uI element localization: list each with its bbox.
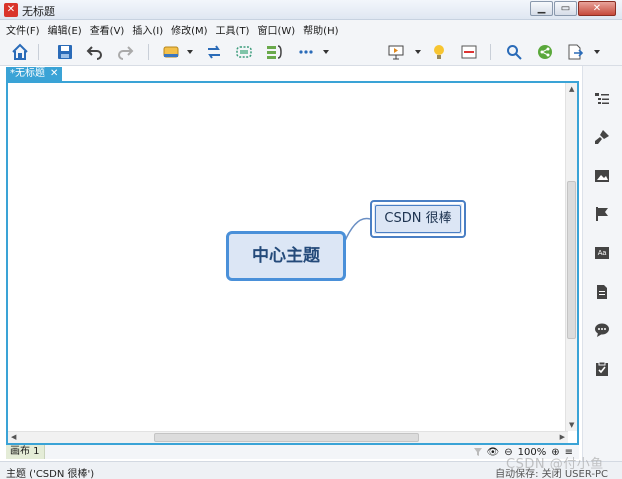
chevron-down-icon[interactable] (415, 50, 421, 54)
window-controls: ▁ ▭ ✕ (529, 1, 616, 16)
maximize-button[interactable]: ▭ (554, 1, 577, 16)
save-icon[interactable] (56, 43, 74, 61)
undo-icon[interactable] (86, 43, 104, 61)
vertical-scroll-thumb[interactable] (567, 181, 576, 339)
notes-icon[interactable] (594, 284, 610, 300)
close-window-button[interactable]: ✕ (578, 1, 616, 16)
toolbar-separator (38, 44, 39, 60)
scroll-left-icon[interactable]: ◀ (11, 433, 16, 441)
outline-panel-icon[interactable] (594, 91, 610, 107)
redo-icon[interactable] (116, 43, 134, 61)
search-icon[interactable] (505, 43, 523, 61)
scroll-right-icon[interactable]: ▶ (560, 433, 565, 441)
format-brush-icon[interactable] (594, 129, 610, 145)
horizontal-scrollbar[interactable]: ◀ ▶ (8, 431, 568, 443)
menu-file[interactable]: 文件(F) (6, 22, 40, 37)
subtopic-label: CSDN 很棒 (375, 205, 461, 233)
menu-insert[interactable]: 插入(I) (132, 22, 163, 37)
close-icon: ✕ (592, 3, 602, 14)
status-selection: 主题 ('CSDN 很棒') (6, 469, 95, 479)
scroll-down-icon[interactable]: ▼ (569, 421, 574, 429)
task-icon[interactable] (594, 361, 610, 377)
chevron-down-icon[interactable] (594, 50, 600, 54)
more-icon[interactable] (297, 43, 315, 61)
boundary-icon[interactable] (235, 43, 253, 61)
watermark: CSDN @付小鱼 (506, 457, 604, 472)
home-icon[interactable] (11, 43, 29, 61)
menu-view[interactable]: 查看(V) (90, 22, 125, 37)
tab-untitled[interactable]: *无标题 ✕ (6, 67, 63, 81)
svg-text:Aa: Aa (598, 250, 607, 257)
minimize-icon: ▁ (537, 3, 546, 14)
sheet-tab[interactable]: 画布 1 (6, 445, 45, 459)
vertical-scrollbar[interactable]: ▲ ▼ (565, 83, 577, 431)
eye-icon[interactable]: 👁 (487, 447, 500, 458)
outline-icon[interactable] (460, 43, 478, 61)
menu-tools[interactable]: 工具(T) (216, 22, 250, 37)
toolbar (0, 38, 622, 66)
tab-label: *无标题 (10, 68, 45, 79)
toolbar-separator (148, 44, 149, 60)
idea-icon[interactable] (430, 43, 448, 61)
text-format-icon[interactable]: Aa (594, 245, 610, 261)
relationship-icon[interactable] (205, 43, 223, 61)
maximize-icon: ▭ (560, 3, 571, 14)
menu-edit[interactable]: 编辑(E) (48, 22, 82, 37)
window-title: 无标题 (22, 5, 55, 18)
mindmap-canvas[interactable]: 中心主题 CSDN 很棒 ▲ ▼ ◀ ▶ (6, 81, 579, 445)
xmind-logo-icon: ✕ (4, 3, 18, 17)
title-bar: ✕ 无标题 ▁ ▭ ✕ (0, 0, 622, 20)
presentation-icon[interactable] (387, 43, 405, 61)
chevron-down-icon[interactable] (323, 50, 329, 54)
document-tab-strip: *无标题 ✕ (0, 66, 582, 81)
minimize-button[interactable]: ▁ (530, 1, 553, 16)
scroll-up-icon[interactable]: ▲ (569, 85, 574, 93)
horizontal-scroll-thumb[interactable] (154, 433, 419, 442)
central-topic[interactable]: 中心主题 (226, 231, 346, 281)
export-icon[interactable] (566, 43, 584, 61)
close-tab-icon[interactable]: ✕ (50, 67, 58, 81)
menu-modify[interactable]: 修改(M) (171, 22, 207, 37)
side-panel: Aa (582, 66, 622, 461)
menu-window[interactable]: 窗口(W) (257, 22, 295, 37)
sheet-bar: 画布 1 👁 ⊖ 100% ⊕ ≡ (6, 445, 579, 459)
subtopic[interactable]: CSDN 很棒 (370, 200, 466, 238)
filter-icon[interactable] (473, 448, 482, 456)
flag-icon[interactable] (594, 206, 610, 222)
image-icon[interactable] (594, 168, 610, 184)
chevron-down-icon[interactable] (187, 50, 193, 54)
comment-icon[interactable] (594, 322, 610, 338)
menu-help[interactable]: 帮助(H) (303, 22, 338, 37)
topic-style-icon[interactable] (162, 43, 180, 61)
share-icon[interactable] (536, 43, 554, 61)
toolbar-separator (490, 44, 491, 60)
summary-icon[interactable] (265, 43, 283, 61)
menu-bar: 文件(F) 编辑(E) 查看(V) 插入(I) 修改(M) 工具(T) 窗口(W… (0, 20, 622, 38)
